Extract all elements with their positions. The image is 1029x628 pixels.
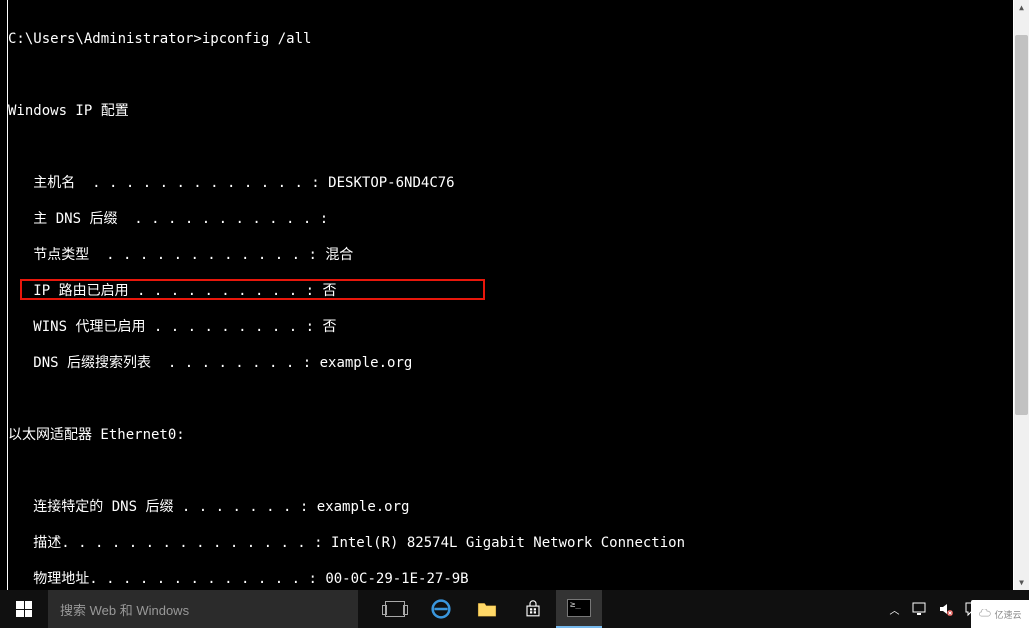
- node-type-label: 节点类型: [33, 247, 89, 263]
- description-value: Intel(R) 82574L Gigabit Network Connecti…: [331, 535, 685, 551]
- store-icon: [524, 600, 542, 618]
- dns-suffix-list-value: example.org: [320, 355, 413, 371]
- conn-dns-suffix-value: example.org: [317, 499, 410, 515]
- folder-icon: [477, 601, 497, 617]
- blank-line: [8, 462, 1013, 480]
- physical-addr-line: 物理地址. . . . . . . . . . . . . : 00-0C-29…: [8, 570, 1013, 588]
- store-button[interactable]: [510, 590, 556, 628]
- wins-proxy-label: WINS 代理已启用: [33, 319, 145, 335]
- dns-suffix-list-line: DNS 后缀搜索列表 . . . . . . . . : example.org: [8, 354, 1013, 372]
- edge-button[interactable]: [418, 590, 464, 628]
- network-icon[interactable]: [911, 600, 929, 618]
- description-label: 描述: [33, 535, 61, 551]
- scrollbar-track[interactable]: [1014, 15, 1029, 575]
- node-type-line: 节点类型 . . . . . . . . . . . . : 混合: [8, 246, 1013, 264]
- cmd-icon: [567, 599, 591, 617]
- cloud-icon: [978, 609, 992, 619]
- wins-proxy-value: 否: [322, 319, 336, 335]
- prompt-line: C:\Users\Administrator>ipconfig /all: [8, 30, 1013, 48]
- terminal-output[interactable]: C:\Users\Administrator>ipconfig /all Win…: [8, 0, 1013, 590]
- dns-suffix-list-label: DNS 后缀搜索列表: [33, 355, 151, 371]
- watermark-text: 亿速云: [994, 608, 1021, 621]
- volume-icon[interactable]: [937, 600, 955, 618]
- task-view-icon: [385, 601, 405, 617]
- search-input[interactable]: 搜索 Web 和 Windows: [48, 590, 358, 628]
- conn-dns-suffix-line: 连接特定的 DNS 后缀 . . . . . . . : example.org: [8, 498, 1013, 516]
- primary-dns-suffix-line: 主 DNS 后缀 . . . . . . . . . . . :: [8, 210, 1013, 228]
- physical-addr-value: 00-0C-29-1E-27-9B: [325, 571, 468, 587]
- tray-overflow-button[interactable]: ︿: [885, 600, 903, 618]
- ip-routing-line: IP 路由已启用 . . . . . . . . . . : 否: [8, 282, 1013, 300]
- ip-config-header: Windows IP 配置: [8, 102, 1013, 120]
- host-name-label: 主机名: [33, 175, 75, 191]
- taskbar: 搜索 Web 和 Windows ︿ 20:00: [0, 590, 1029, 628]
- edge-icon: [431, 599, 451, 619]
- host-name-line: 主机名 . . . . . . . . . . . . . : DESKTOP-…: [8, 174, 1013, 192]
- scrollbar-up-button[interactable]: ▲: [1014, 0, 1029, 15]
- windows-logo-icon: [16, 601, 32, 617]
- scrollbar-thumb[interactable]: [1015, 35, 1028, 415]
- command-text: ipconfig /all: [202, 31, 312, 47]
- cmd-button[interactable]: [556, 590, 602, 628]
- task-view-button[interactable]: [372, 590, 418, 628]
- scrollbar-down-button[interactable]: ▼: [1014, 575, 1029, 590]
- ip-routing-value: 否: [322, 283, 336, 299]
- file-explorer-button[interactable]: [464, 590, 510, 628]
- ip-routing-label: IP 路由已启用: [33, 283, 128, 299]
- conn-dns-suffix-label: 连接特定的 DNS 后缀: [33, 499, 173, 515]
- blank-line: [8, 390, 1013, 408]
- task-icons: [372, 590, 602, 628]
- host-name-value: DESKTOP-6ND4C76: [328, 175, 454, 191]
- primary-dns-suffix-label: 主 DNS 后缀: [33, 211, 117, 227]
- physical-addr-label: 物理地址: [33, 571, 89, 587]
- start-button[interactable]: [0, 590, 48, 628]
- wins-proxy-line: WINS 代理已启用 . . . . . . . . . : 否: [8, 318, 1013, 336]
- terminal-scrollbar[interactable]: ▲ ▼: [1014, 0, 1029, 590]
- prompt: C:\Users\Administrator>: [8, 31, 202, 47]
- blank-line: [8, 138, 1013, 156]
- description-line: 描述. . . . . . . . . . . . . . . : Intel(…: [8, 534, 1013, 552]
- search-placeholder: 搜索 Web 和 Windows: [60, 600, 189, 619]
- watermark: 亿速云: [971, 600, 1029, 628]
- blank-line: [8, 66, 1013, 84]
- adapter-header: 以太网适配器 Ethernet0:: [8, 426, 1013, 444]
- node-type-value: 混合: [325, 247, 353, 263]
